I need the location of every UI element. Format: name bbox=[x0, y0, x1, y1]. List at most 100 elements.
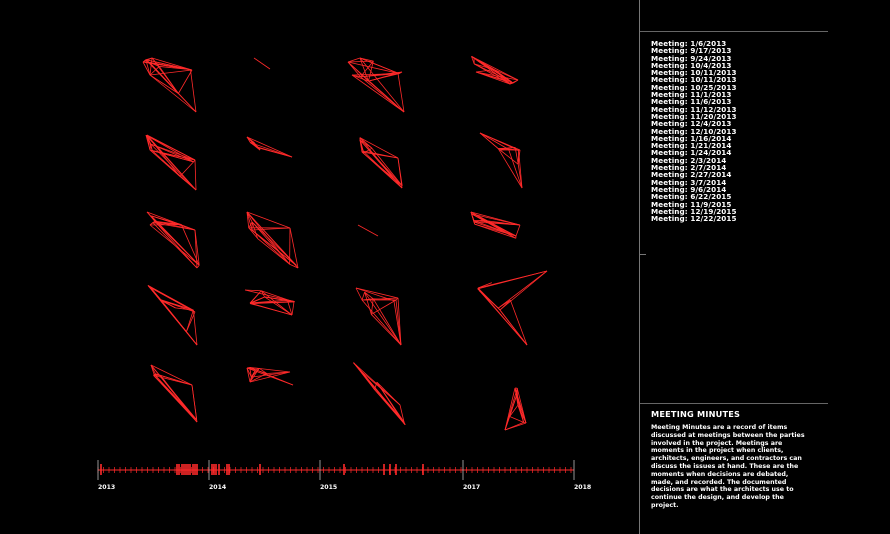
shape-edge bbox=[145, 59, 191, 71]
shape-edge bbox=[361, 292, 366, 301]
shape-edge bbox=[142, 61, 151, 76]
year-label: 2017 bbox=[463, 484, 481, 491]
timeline-bar bbox=[97, 460, 575, 480]
shape-edge bbox=[147, 285, 194, 311]
info-description: Meeting Minutes are a record of items di… bbox=[651, 424, 805, 509]
meeting-shape[interactable] bbox=[347, 57, 405, 113]
shape-edge bbox=[246, 136, 293, 158]
shape-edge bbox=[192, 310, 198, 346]
meeting-marker[interactable] bbox=[100, 464, 102, 475]
meeting-marker[interactable] bbox=[183, 464, 185, 475]
shape-edge bbox=[289, 227, 299, 269]
meeting-shape[interactable] bbox=[145, 134, 197, 191]
meeting-shape[interactable] bbox=[471, 56, 519, 85]
meeting-shape[interactable] bbox=[477, 270, 548, 346]
meeting-shape[interactable] bbox=[246, 136, 293, 158]
shape-edge bbox=[257, 238, 290, 265]
shape-edge bbox=[471, 56, 519, 81]
shape-edge bbox=[186, 310, 194, 332]
year-label: 2015 bbox=[320, 484, 338, 491]
shape-edge bbox=[353, 362, 406, 425]
meeting-shape[interactable] bbox=[142, 57, 197, 113]
meeting-marker[interactable] bbox=[192, 464, 194, 475]
divider-tick-mark bbox=[640, 254, 646, 255]
shape-edge bbox=[357, 224, 379, 237]
info-title: MEETING MINUTES bbox=[651, 409, 741, 419]
meeting-marker[interactable] bbox=[181, 464, 183, 475]
meeting-marker[interactable] bbox=[215, 464, 217, 475]
meeting-marker[interactable] bbox=[395, 464, 397, 475]
meeting-shape[interactable] bbox=[246, 211, 299, 269]
meeting-shapes-visualization bbox=[97, 56, 575, 480]
meeting-marker[interactable] bbox=[194, 464, 196, 475]
shape-edge bbox=[509, 300, 528, 346]
meeting-marker[interactable] bbox=[226, 464, 228, 475]
year-label: 2018 bbox=[574, 484, 592, 491]
meeting-shape[interactable] bbox=[470, 211, 521, 239]
shape-edge bbox=[515, 224, 521, 237]
year-label: 2014 bbox=[209, 484, 227, 491]
shape-edge bbox=[509, 416, 524, 423]
meeting-shape[interactable] bbox=[479, 132, 523, 189]
shape-edge bbox=[376, 381, 406, 425]
shape-edge bbox=[364, 292, 372, 315]
meeting-shape[interactable] bbox=[253, 57, 271, 70]
shape-edge bbox=[512, 79, 519, 84]
meeting-shape[interactable] bbox=[355, 287, 402, 346]
meeting-marker[interactable] bbox=[196, 464, 198, 475]
meeting-marker[interactable] bbox=[383, 464, 385, 475]
meeting-marker[interactable] bbox=[228, 464, 230, 475]
panel-divider bbox=[639, 0, 640, 534]
meeting-shape[interactable] bbox=[150, 364, 198, 423]
shape-edge bbox=[479, 290, 499, 309]
shape-edge bbox=[246, 367, 251, 383]
meeting-marker[interactable] bbox=[422, 464, 424, 475]
meeting-marker[interactable] bbox=[176, 464, 178, 475]
shape-edge bbox=[498, 270, 548, 309]
meeting-marker[interactable] bbox=[187, 464, 189, 475]
meeting-shape[interactable] bbox=[244, 289, 295, 316]
meeting-shape[interactable] bbox=[246, 366, 294, 386]
meeting-marker[interactable] bbox=[213, 464, 215, 475]
shape-edge bbox=[190, 69, 197, 113]
shape-edge bbox=[504, 421, 524, 431]
shape-edge bbox=[150, 143, 194, 163]
meeting-shape[interactable] bbox=[147, 285, 198, 346]
meeting-shape[interactable] bbox=[353, 362, 406, 425]
shape-grid bbox=[142, 56, 548, 431]
shape-edge bbox=[249, 303, 293, 316]
meeting-item[interactable]: Meeting: 12/22/2015 bbox=[651, 215, 737, 223]
shape-edge bbox=[477, 288, 528, 346]
shape-edge bbox=[291, 301, 295, 316]
meeting-shape[interactable] bbox=[359, 137, 403, 189]
shape-edge bbox=[257, 146, 293, 158]
meeting-marker[interactable] bbox=[389, 464, 391, 475]
meeting-shape[interactable] bbox=[146, 211, 200, 269]
shape-edge bbox=[479, 132, 509, 150]
shape-edge bbox=[355, 287, 399, 299]
top-rule bbox=[640, 31, 828, 32]
shape-edge bbox=[471, 56, 512, 83]
shape-edge bbox=[158, 66, 179, 94]
shape-edge bbox=[145, 134, 194, 163]
shape-edge bbox=[499, 149, 519, 165]
shape-edge bbox=[360, 76, 405, 113]
shape-edge bbox=[246, 211, 297, 266]
meeting-marker[interactable] bbox=[211, 464, 213, 475]
shape-edge bbox=[178, 69, 193, 94]
shape-edge bbox=[149, 74, 197, 113]
meeting-marker[interactable] bbox=[189, 464, 191, 475]
shape-edge bbox=[153, 375, 197, 421]
meeting-marker[interactable] bbox=[259, 464, 261, 475]
meeting-marker[interactable] bbox=[178, 464, 180, 475]
meeting-shape[interactable] bbox=[504, 387, 527, 431]
meeting-shape[interactable] bbox=[357, 224, 379, 237]
meeting-list: Meeting: 1/6/2013 Meeting: 9/17/2013 Meeti… bbox=[651, 40, 737, 223]
meeting-marker[interactable] bbox=[343, 464, 345, 475]
shape-edge bbox=[145, 134, 197, 191]
shape-edge bbox=[153, 374, 155, 376]
meeting-marker[interactable] bbox=[218, 464, 220, 475]
shape-edge bbox=[371, 147, 403, 186]
meeting-marker[interactable] bbox=[185, 464, 187, 475]
shape-edge bbox=[149, 224, 200, 266]
